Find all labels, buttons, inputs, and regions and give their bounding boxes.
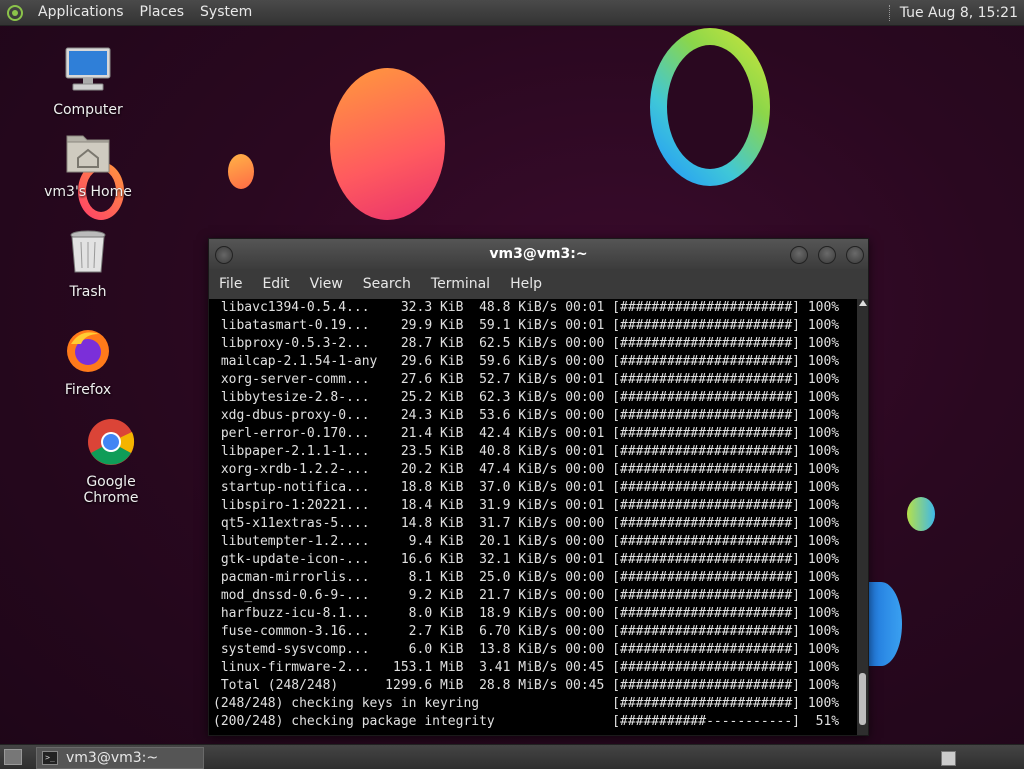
desktop-icon-label: Google Chrome xyxy=(83,474,139,506)
menu-edit[interactable]: Edit xyxy=(252,276,299,292)
wallpaper-gradient-ring xyxy=(650,28,770,186)
terminal-output[interactable]: libavc1394-0.5.4... 32.3 KiB 48.8 KiB/s … xyxy=(209,299,857,735)
terminal-line: fuse-common-3.16... 2.7 KiB 6.70 KiB/s 0… xyxy=(213,624,840,639)
menu-terminal[interactable]: Terminal xyxy=(421,276,500,292)
desktop-icon-firefox[interactable]: Firefox xyxy=(38,326,138,398)
top-panel: Applications Places System Tue Aug 8, 15… xyxy=(0,0,1024,26)
menu-view[interactable]: View xyxy=(300,276,353,292)
terminal-line: linux-firmware-2... 153.1 MiB 3.41 MiB/s… xyxy=(213,660,840,675)
minimize-icon[interactable] xyxy=(790,246,808,264)
bottom-panel: >_ vm3@vm3:~ xyxy=(0,744,1024,769)
terminal-line: mod_dnssd-0.6-9-... 9.2 KiB 21.7 KiB/s 0… xyxy=(213,588,840,603)
terminal-line: (200/248) checking package integrity [##… xyxy=(213,714,840,729)
terminal-line: libatasmart-0.19... 29.9 KiB 59.1 KiB/s … xyxy=(213,318,840,333)
applications-menu[interactable]: Applications xyxy=(30,0,132,25)
desktop-icon-label: Computer xyxy=(53,102,123,118)
home-folder-icon xyxy=(66,135,110,173)
chrome-icon xyxy=(88,419,135,465)
terminal-line: pacman-mirrorlis... 8.1 KiB 25.0 KiB/s 0… xyxy=(213,570,840,585)
terminal-line: libproxy-0.5.3-2... 28.7 KiB 62.5 KiB/s … xyxy=(213,336,840,351)
window-title: vm3@vm3:~ xyxy=(489,246,588,262)
show-desktop-icon[interactable] xyxy=(4,749,22,765)
desktop-icon-computer[interactable]: Computer xyxy=(38,46,138,118)
distro-logo-icon[interactable] xyxy=(6,4,24,22)
window-menu-icon[interactable] xyxy=(215,246,233,264)
terminal-line: startup-notifica... 18.8 KiB 37.0 KiB/s … xyxy=(213,480,840,495)
terminal-line: xorg-xrdb-1.2.2-... 20.2 KiB 47.4 KiB/s … xyxy=(213,462,840,477)
computer-icon xyxy=(65,47,111,91)
terminal-icon: >_ xyxy=(42,751,58,765)
taskbar-item-terminal[interactable]: >_ vm3@vm3:~ xyxy=(36,747,204,769)
terminal-line: gtk-update-icon-... 16.6 KiB 32.1 KiB/s … xyxy=(213,552,840,567)
desktop-icon-label: Firefox xyxy=(64,382,112,398)
menu-search[interactable]: Search xyxy=(353,276,421,292)
terminal-menubar: File Edit View Search Terminal Help xyxy=(209,269,868,299)
desktop-icon-home[interactable]: vm3's Home xyxy=(38,128,138,200)
terminal-line: xorg-server-comm... 27.6 KiB 52.7 KiB/s … xyxy=(213,372,840,387)
wallpaper-orange-oval xyxy=(330,68,445,220)
scroll-thumb[interactable] xyxy=(859,673,866,725)
close-icon[interactable] xyxy=(846,246,864,264)
terminal-line: libavc1394-0.5.4... 32.3 KiB 48.8 KiB/s … xyxy=(213,300,840,315)
terminal-line: libbytesize-2.8-... 25.2 KiB 62.3 KiB/s … xyxy=(213,390,840,405)
terminal-line: qt5-x11extras-5.... 14.8 KiB 31.7 KiB/s … xyxy=(213,516,840,531)
terminal-line: harfbuzz-icu-8.1... 8.0 KiB 18.9 KiB/s 0… xyxy=(213,606,840,621)
terminal-line: perl-error-0.170... 21.4 KiB 42.4 KiB/s … xyxy=(213,426,840,441)
wallpaper-small-oval xyxy=(228,154,254,189)
scroll-up-arrow-icon[interactable] xyxy=(859,300,867,306)
workspace-switcher[interactable] xyxy=(941,751,956,766)
trash-icon xyxy=(70,230,106,273)
terminal-scrollbar[interactable] xyxy=(857,299,868,735)
desktop-icon-label: Trash xyxy=(69,284,107,300)
terminal-line: libspiro-1:20221... 18.4 KiB 31.9 KiB/s … xyxy=(213,498,840,513)
desktop-icon-chrome[interactable]: Google Chrome xyxy=(60,418,162,506)
desktop-icon-label: vm3's Home xyxy=(44,184,132,200)
firefox-icon xyxy=(67,330,109,372)
maximize-icon[interactable] xyxy=(818,246,836,264)
terminal-line: libpaper-2.1.1-1... 23.5 KiB 40.8 KiB/s … xyxy=(213,444,840,459)
taskbar-item-label: vm3@vm3:~ xyxy=(66,750,159,766)
terminal-line: systemd-sysvcomp... 6.0 KiB 13.8 KiB/s 0… xyxy=(213,642,840,657)
system-menu[interactable]: System xyxy=(192,0,260,25)
menu-help[interactable]: Help xyxy=(500,276,552,292)
terminal-line: libutempter-1.2.... 9.4 KiB 20.1 KiB/s 0… xyxy=(213,534,840,549)
terminal-window[interactable]: vm3@vm3:~ File Edit View Search Terminal… xyxy=(208,238,869,736)
menu-file[interactable]: File xyxy=(209,276,252,292)
panel-separator xyxy=(888,4,892,21)
terminal-line: Total (248/248) 1299.6 MiB 28.8 MiB/s 00… xyxy=(213,678,840,693)
terminal-line: mailcap-2.1.54-1-any 29.6 KiB 59.6 KiB/s… xyxy=(213,354,840,369)
terminal-line: xdg-dbus-proxy-0... 24.3 KiB 53.6 KiB/s … xyxy=(213,408,840,423)
wallpaper-green-oval xyxy=(907,497,935,531)
window-titlebar[interactable]: vm3@vm3:~ xyxy=(209,239,868,269)
clock[interactable]: Tue Aug 8, 15:21 xyxy=(900,5,1018,21)
desktop-icon-trash[interactable]: Trash xyxy=(38,228,138,300)
places-menu[interactable]: Places xyxy=(132,0,193,25)
terminal-line: (248/248) checking keys in keyring [####… xyxy=(213,696,840,711)
